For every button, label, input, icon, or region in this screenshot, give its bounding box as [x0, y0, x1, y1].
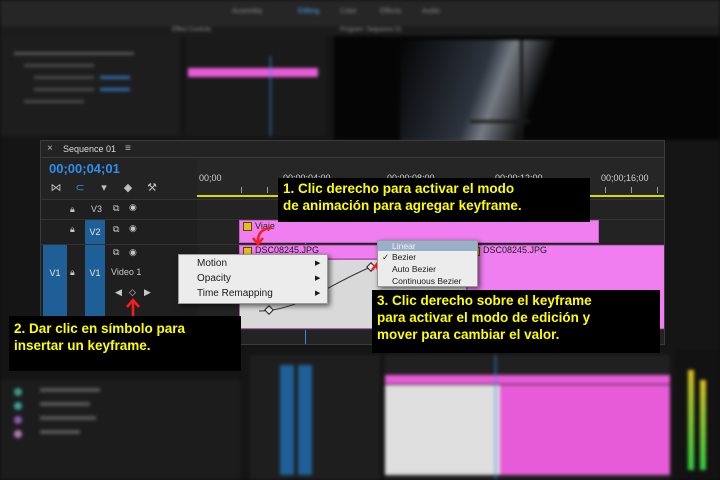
workspace-tab-audio[interactable]: Audio: [422, 8, 440, 20]
eye-icon[interactable]: ◉: [129, 202, 137, 213]
track-name-v3[interactable]: V3: [91, 204, 102, 214]
timeline-thumbnail-tracks: [250, 355, 380, 480]
audio-meter: [676, 350, 720, 480]
prev-keyframe-icon[interactable]: ◀: [115, 287, 122, 298]
check-icon: ✓: [382, 252, 390, 262]
snap-icon[interactable]: ⋈: [49, 181, 63, 195]
keyframe-graph-panel: [385, 355, 670, 480]
track-name-v2[interactable]: V2: [85, 220, 105, 244]
lock-icon[interactable]: 🔒︎: [70, 204, 75, 215]
ruler-label-16s: 00;00;16;00: [601, 173, 649, 183]
sequence-tab-title[interactable]: Sequence 01: [63, 144, 116, 154]
callout-step-1: 1. Clic derecho para activar el modo de …: [278, 178, 590, 222]
sync-lock-icon[interactable]: ⧉: [113, 203, 119, 214]
eye-icon[interactable]: ◉: [129, 223, 137, 234]
header-divider: [41, 157, 664, 158]
callout-step-3-line-1: 3. Clic derecho sobre el keyframe: [377, 293, 592, 308]
workspace-tab-effects[interactable]: Effects: [380, 8, 401, 20]
next-keyframe-icon[interactable]: ▶: [144, 287, 151, 298]
lock-icon[interactable]: 🔒︎: [70, 267, 75, 278]
menu-item-motion[interactable]: Motion: [197, 258, 227, 269]
program-monitor-image: [400, 40, 570, 150]
callout-step-1-line-2: de animación para agregar keyframe.: [283, 198, 522, 213]
callout-step-2-line-2: insertar un keyframe.: [14, 338, 151, 353]
callout-step-3-line-3: mover para cambiar el valor.: [377, 327, 560, 342]
effect-controls-clip: [188, 68, 318, 77]
hamburger-icon[interactable]: ≡: [125, 143, 131, 154]
context-menu-effects: Motion ▶ Opacity ▶ Time Remapping ▶: [178, 254, 328, 304]
menu-item-auto-bezier[interactable]: Auto Bezier: [392, 264, 436, 274]
submenu-arrow-icon: ▶: [315, 275, 321, 282]
context-menu-interpolation: Linear ✓ Bezier Auto Bezier Continuous B…: [377, 240, 478, 287]
effect-controls-timeline: [186, 36, 326, 136]
callout-step-2: 2. Dar clic en símbolo para insertar un …: [9, 316, 241, 371]
workspace-tab-editing[interactable]: Editing: [298, 8, 319, 20]
marker-icon[interactable]: ◆: [121, 181, 135, 195]
callout-step-3: 3. Clic derecho sobre el keyframe para a…: [372, 290, 660, 353]
eye-icon[interactable]: ◉: [129, 247, 137, 258]
menu-item-bezier[interactable]: Bezier: [392, 252, 416, 262]
menu-item-opacity[interactable]: Opacity: [197, 273, 231, 284]
sync-lock-icon[interactable]: ⧉: [113, 247, 119, 258]
clip-v1-b-label: DSC08245.JPG: [483, 245, 548, 255]
callout-step-2-line-1: 2. Dar clic en símbolo para: [14, 321, 186, 336]
submenu-arrow-icon: ▶: [315, 260, 321, 267]
menu-item-time-remapping[interactable]: Time Remapping: [197, 288, 273, 299]
add-marker-icon[interactable]: ▾: [97, 181, 111, 195]
close-icon[interactable]: ×: [47, 144, 55, 154]
linked-selection-icon[interactable]: ⊂: [73, 181, 87, 195]
sync-lock-icon[interactable]: ⧉: [113, 224, 119, 235]
workspace-bar: [0, 0, 720, 26]
menu-item-continuous-bezier[interactable]: Continuous Bezier: [392, 276, 461, 286]
workspace-tab-color[interactable]: Color: [340, 8, 357, 20]
effect-controls-panel: [0, 36, 180, 136]
callout-step-3-line-2: para activar el modo de edición y: [377, 310, 591, 325]
red-arrow-down-icon: [252, 226, 272, 246]
track-label-video1: Video 1: [111, 267, 142, 277]
lock-icon[interactable]: 🔒︎: [70, 224, 75, 235]
workspace-tab-assembly[interactable]: Assembly: [232, 8, 262, 20]
callout-step-1-line-1: 1. Clic derecho para activar el modo: [283, 181, 515, 196]
ruler-label-0: 00;00: [199, 173, 222, 183]
menu-item-linear[interactable]: Linear: [392, 241, 416, 251]
wrench-icon[interactable]: ⚒: [145, 181, 159, 195]
playhead-timecode[interactable]: 00;00;04;01: [49, 161, 120, 176]
project-panel: [0, 380, 240, 480]
submenu-arrow-icon: ▶: [315, 290, 321, 297]
